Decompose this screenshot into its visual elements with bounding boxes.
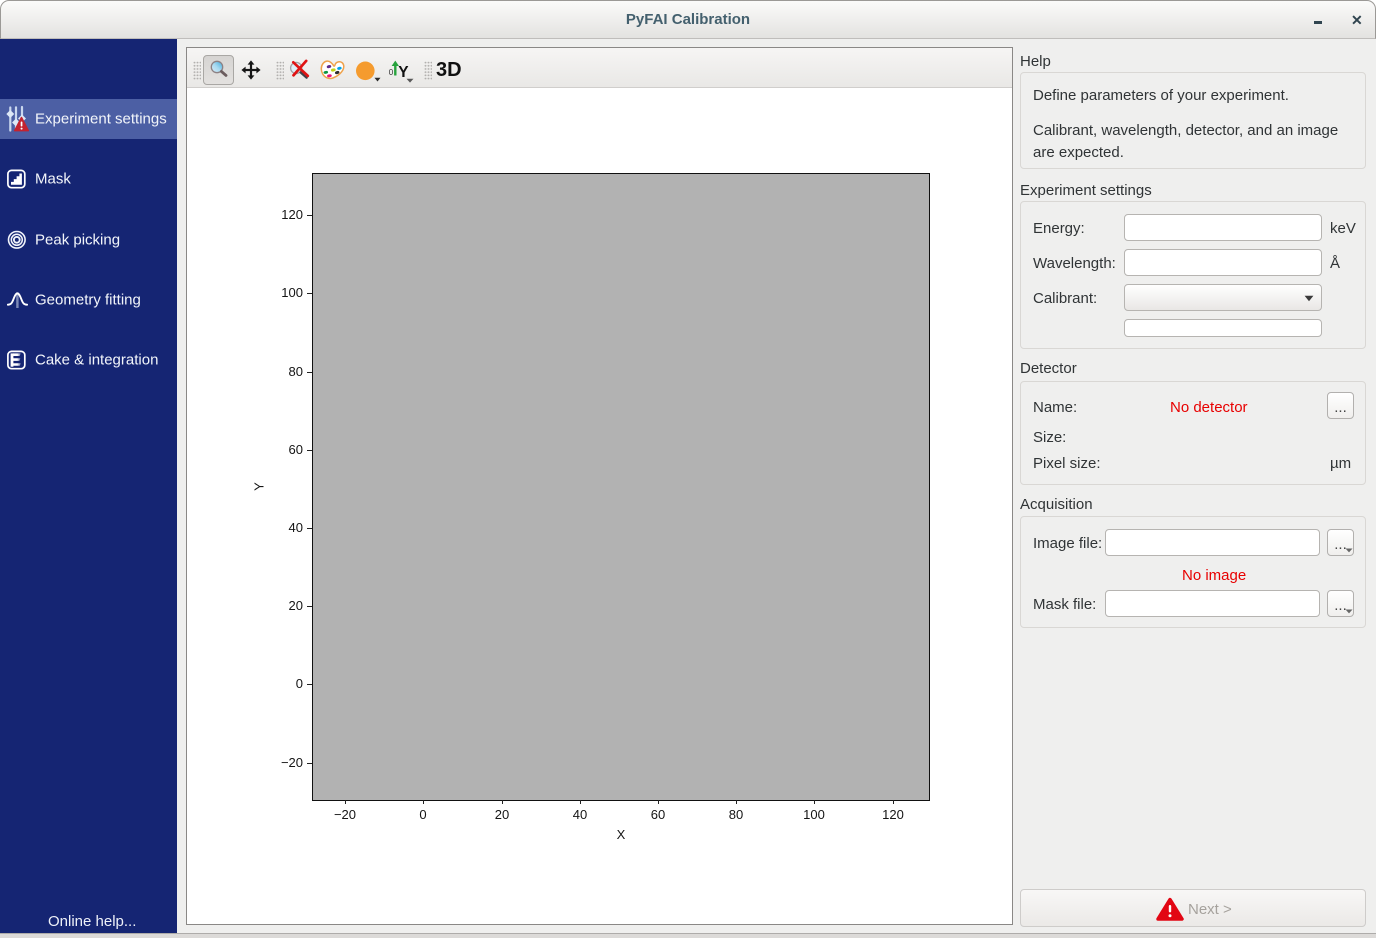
svg-text:0: 0 — [389, 68, 394, 77]
